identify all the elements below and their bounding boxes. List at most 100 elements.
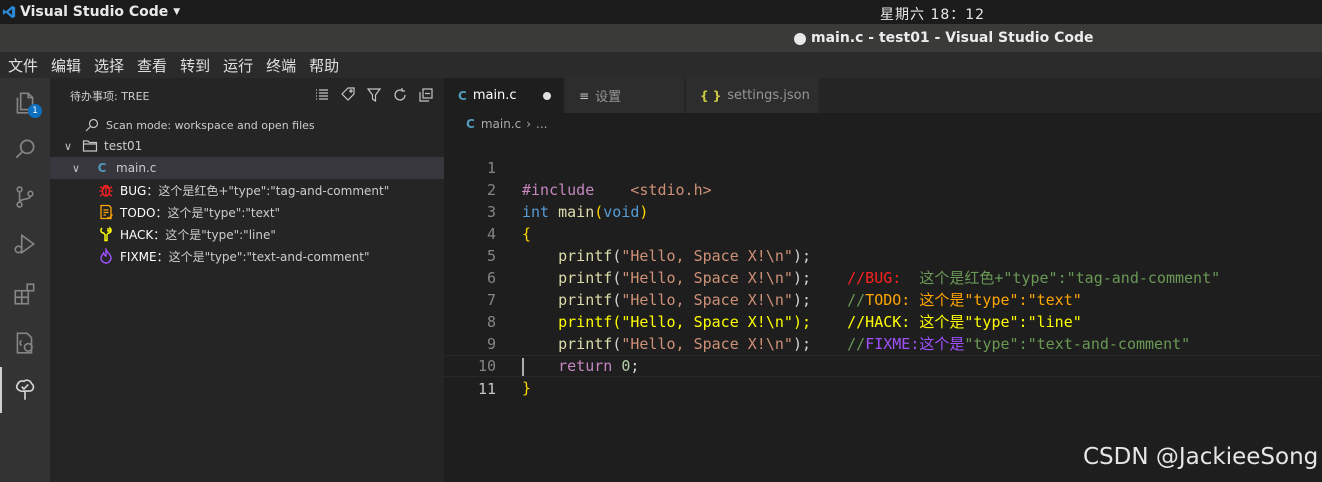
- todo-text-todo: 这个是"type":"text": [167, 205, 281, 220]
- code-line[interactable]: 2 int main(void): [444, 157, 1322, 221]
- explorer-button[interactable]: 1: [0, 80, 50, 126]
- todo-list-icon: [98, 204, 114, 220]
- editor-tabs: C main.c ≡ 设置 { } settings.json: [444, 78, 1322, 113]
- source-control-icon: [16, 186, 34, 208]
- todo-tree-button[interactable]: [0, 367, 50, 413]
- code-line[interactable]: 6 printf("Hello, Space X!\n"); //TODO: 这…: [444, 245, 1322, 309]
- code-line[interactable]: 8 printf("Hello, Space X!\n"); //FIXME:这…: [444, 289, 1322, 353]
- extensions-icon: [14, 283, 35, 305]
- todo-tag-fixme: FIXME：: [120, 249, 169, 264]
- menu-go[interactable]: 转到: [180, 55, 210, 76]
- flat-view-button[interactable]: [314, 87, 330, 103]
- refresh-button[interactable]: [392, 87, 408, 103]
- scan-mode-label: Scan mode: workspace and open files: [106, 118, 315, 132]
- filter-button[interactable]: [366, 87, 382, 103]
- c-file-icon: C: [97, 161, 107, 175]
- source-control-button[interactable]: [0, 174, 50, 220]
- todo-item-hack[interactable]: HACK： 这个是"type":"line": [50, 223, 444, 245]
- scan-mode-row[interactable]: Scan mode: workspace and open files: [50, 114, 444, 136]
- tab-label: 设置: [595, 90, 622, 105]
- code-line-current[interactable]: 11: [444, 355, 1322, 398]
- todo-tag-bug: BUG：: [120, 183, 159, 198]
- line-number: 11: [477, 380, 496, 398]
- filter-icon: [366, 88, 382, 103]
- todo-tree-icon: [15, 379, 35, 400]
- remote-explorer-icon: [16, 332, 33, 354]
- app-menu-label[interactable]: Visual Studio Code: [20, 4, 168, 20]
- todo-tree-sidebar: 待办事项: TREE Scan mode: workspace and open…: [50, 78, 444, 482]
- sidebar-actions: [314, 87, 434, 103]
- folder-row-test01[interactable]: ∨ test01: [50, 135, 444, 157]
- todo-item-bug[interactable]: BUG： 这个是红色+"type":"tag-and-comment": [50, 179, 444, 201]
- c-file-icon: C: [466, 117, 475, 131]
- file-row-main-c[interactable]: ∨ C main.c: [50, 157, 444, 179]
- extensions-button[interactable]: [0, 271, 50, 317]
- explorer-badge: 1: [28, 104, 42, 118]
- folder-icon: [82, 138, 98, 154]
- tab-label: main.c: [472, 88, 517, 103]
- chevron-down-icon: ∨: [64, 139, 73, 153]
- code-line[interactable]: 1 #include <stdio.h>: [444, 135, 1322, 199]
- collapse-all-button[interactable]: [418, 87, 434, 103]
- todo-tag-todo: TODO：: [120, 205, 168, 220]
- code-line[interactable]: 3 {: [444, 179, 1322, 243]
- bug-icon: [98, 182, 114, 198]
- breadcrumb-rest[interactable]: ...: [536, 117, 547, 131]
- settings-file-icon: ≡: [579, 88, 590, 103]
- menu-terminal[interactable]: 终端: [266, 55, 296, 76]
- filter-tags-button[interactable]: [340, 87, 356, 103]
- collapse-all-icon: [419, 88, 433, 102]
- refresh-icon: [394, 88, 406, 101]
- tab-main-c[interactable]: C main.c: [444, 78, 564, 113]
- list-icon: [316, 89, 328, 100]
- file-label: main.c: [116, 161, 157, 175]
- menu-bar: 文件 编辑 选择 查看 转到 运行 终端 帮助: [0, 52, 1322, 78]
- menu-edit[interactable]: 编辑: [51, 55, 81, 76]
- search-icon: [15, 139, 35, 159]
- code-line[interactable]: 10 }: [444, 333, 1322, 397]
- todo-item-fixme[interactable]: FIXME： 这个是"type":"text-and-comment": [50, 245, 444, 267]
- vscode-logo-icon[interactable]: [2, 5, 16, 19]
- text-cursor: [522, 358, 524, 376]
- watermark: CSDN @JackieeSong: [1083, 444, 1319, 470]
- flame-icon: [98, 248, 114, 264]
- menu-view[interactable]: 查看: [137, 55, 167, 76]
- c-file-icon: C: [458, 88, 467, 103]
- menu-help[interactable]: 帮助: [309, 55, 339, 76]
- sidebar-title: 待办事项: TREE: [70, 90, 150, 103]
- window-title-bar: main.c - test01 - Visual Studio Code: [0, 24, 1322, 52]
- todo-text-hack: 这个是"type":"line": [165, 227, 276, 242]
- breadcrumb: C main.c › ...: [444, 113, 1322, 135]
- tab-label: settings.json: [727, 88, 810, 103]
- todo-text-bug: 这个是红色+"type":"tag-and-comment": [158, 183, 390, 198]
- app-menu-caret-icon[interactable]: ▼: [173, 7, 180, 17]
- code-editor[interactable]: 1 #include <stdio.h> 2 int main(void) 3 …: [444, 135, 1322, 482]
- code-line[interactable]: 9 return 0;: [444, 311, 1322, 375]
- unsaved-dot-icon[interactable]: [543, 92, 551, 100]
- window-title: main.c - test01 - Visual Studio Code: [811, 30, 1094, 46]
- search-button[interactable]: [0, 126, 50, 172]
- tab-settings[interactable]: ≡ 设置: [565, 78, 685, 113]
- unsaved-dot-icon: [794, 33, 806, 45]
- menu-file[interactable]: 文件: [8, 55, 38, 76]
- menu-run[interactable]: 运行: [223, 55, 253, 76]
- breadcrumb-file[interactable]: main.c: [481, 117, 521, 131]
- code-line[interactable]: 5 printf("Hello, Space X!\n"); //BUG: 这个…: [444, 223, 1322, 287]
- json-file-icon: { }: [700, 88, 722, 103]
- chevron-right-icon: ›: [526, 117, 532, 131]
- tools-icon: [98, 226, 114, 242]
- folder-label: test01: [104, 139, 143, 153]
- run-debug-icon: [14, 233, 36, 255]
- code-line[interactable]: 4 printf("Hello, Space X!\n");: [444, 201, 1322, 265]
- code-line[interactable]: 7 printf("Hello, Space X!\n"); //HACK: 这…: [444, 267, 1322, 331]
- run-debug-button[interactable]: [0, 221, 50, 267]
- remote-explorer-button[interactable]: [0, 320, 50, 366]
- todo-tag-hack: HACK：: [120, 227, 166, 242]
- system-top-bar: Visual Studio Code ▼ 星期六 18：12: [0, 0, 1322, 24]
- system-clock[interactable]: 星期六 18：12: [880, 4, 985, 24]
- todo-item-todo[interactable]: TODO： 这个是"type":"text": [50, 201, 444, 223]
- chevron-down-icon: ∨: [72, 161, 81, 175]
- menu-selection[interactable]: 选择: [94, 55, 124, 76]
- activity-bar: 1: [0, 78, 50, 482]
- tab-settings-json[interactable]: { } settings.json: [686, 78, 820, 113]
